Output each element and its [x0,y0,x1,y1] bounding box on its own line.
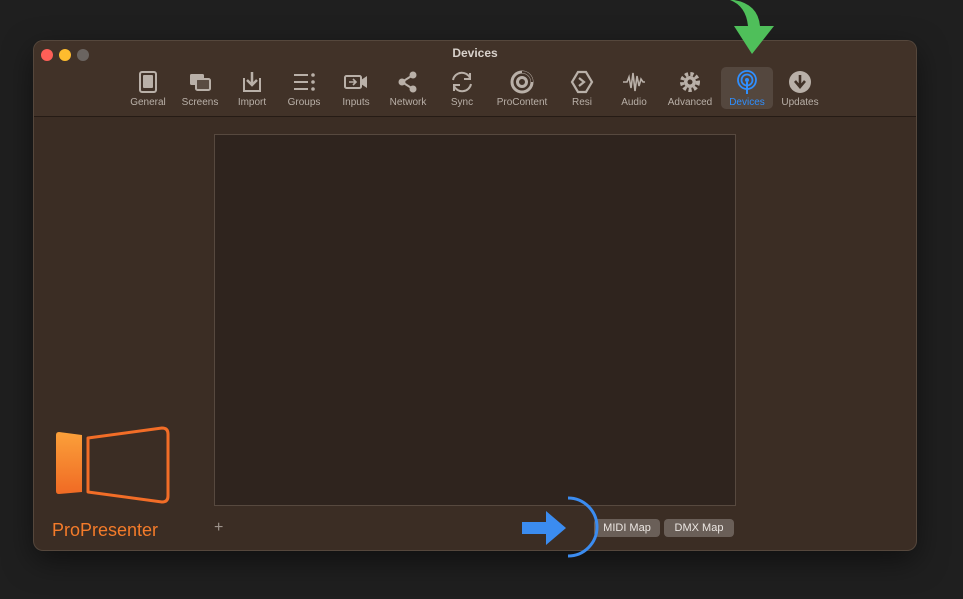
tab-groups[interactable]: Groups [278,67,330,109]
tab-screens[interactable]: Screens [174,67,226,109]
tab-resi-label: Resi [571,97,592,108]
tab-network-label: Network [389,97,427,108]
dmx-map-button[interactable]: DMX Map [664,519,734,537]
midi-map-button[interactable]: MIDI Map [594,519,660,537]
tab-devices[interactable]: Devices [721,67,773,109]
gear-icon [680,72,700,92]
tab-devices-label: Devices [729,97,765,108]
tab-sync-label: Sync [450,97,474,108]
tab-advanced-label: Advanced [667,97,713,108]
devices-icon [737,70,757,94]
import-icon [243,72,261,92]
green-arrow-icon [730,0,774,54]
groups-icon [294,73,315,91]
tab-general[interactable]: General [122,67,174,109]
devices-list[interactable] [214,134,736,506]
tab-network[interactable]: Network [382,67,434,109]
propresenter-logo-icon [56,426,170,504]
tab-sync[interactable]: Sync [436,67,488,109]
inputs-icon [344,75,367,89]
resi-icon [570,70,594,94]
general-icon [139,71,157,93]
tab-import-label: Import [237,97,267,108]
brand-name: ProPresenter [52,520,159,540]
tab-screens-label: Screens [181,97,219,108]
window-title: Devices [452,46,498,60]
preferences-window: Devices General Screens Import Groups In… [34,41,916,550]
tab-groups-label: Groups [287,97,321,108]
tab-audio-label: Audio [621,97,647,108]
add-device-button[interactable]: + [214,519,228,537]
sync-icon [452,71,472,93]
tab-import[interactable]: Import [226,67,278,109]
tab-resi[interactable]: Resi [556,67,608,109]
tab-updates[interactable]: Updates [774,67,826,109]
title-bar: Devices General Screens Import Groups In… [34,41,916,117]
screens-icon [190,74,211,91]
preferences-toolbar: General Screens Import Groups Inputs Net… [34,65,916,115]
network-icon [398,71,417,93]
procontent-icon [510,70,534,94]
tab-inputs[interactable]: Inputs [330,67,382,109]
tab-updates-label: Updates [781,97,819,108]
tab-advanced[interactable]: Advanced [664,67,716,109]
tab-inputs-label: Inputs [342,97,370,108]
tab-audio[interactable]: Audio [608,67,660,109]
audio-icon [623,72,645,92]
blue-arrow-icon [522,496,599,558]
tab-general-label: General [130,97,166,108]
updates-icon [789,71,811,93]
tab-procontent-label: ProContent [496,97,548,108]
tab-procontent[interactable]: ProContent [492,67,552,109]
